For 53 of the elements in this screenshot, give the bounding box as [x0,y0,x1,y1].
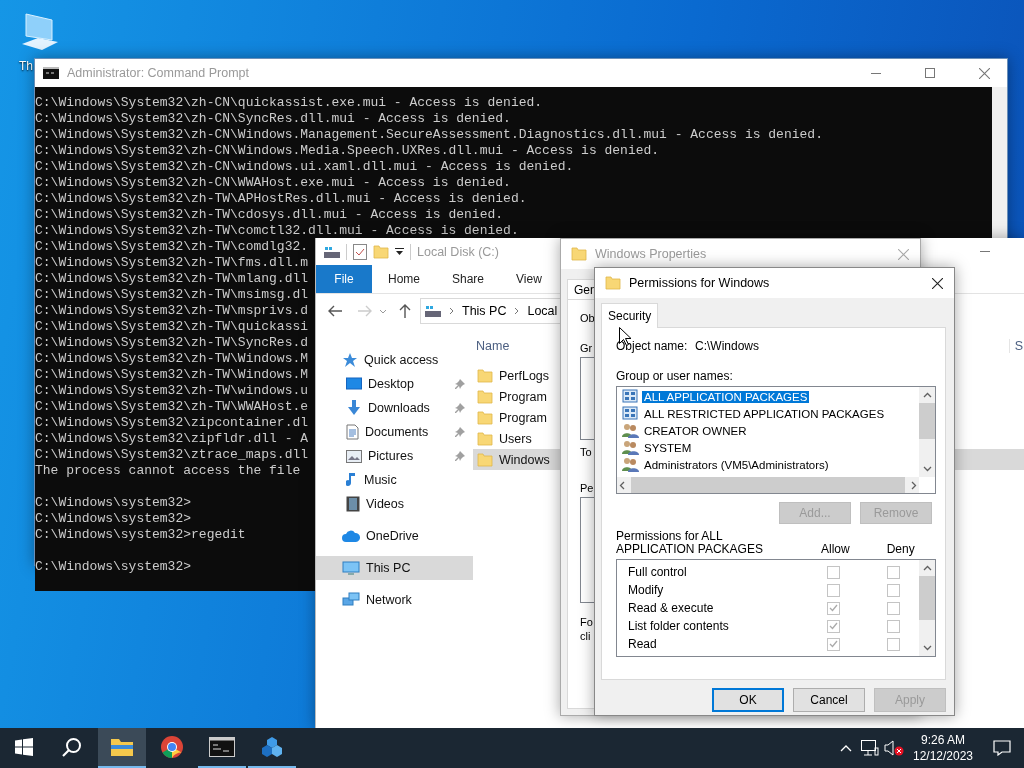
console-line: C:\Windows\System32\zh-TW\SyncRes.d [35,335,309,351]
field-label: To [580,445,592,459]
permission-name: Read & execute [627,601,715,615]
console-line: C:\Windows\System32\zh-TW\quickassi [35,319,309,335]
field-label: Ob [580,311,595,325]
console-line: C:\Windows\System32\zh-TW\APHostRes.dll.mui - Access is denied. [35,191,527,207]
permission-name: List folder contents [627,619,730,633]
permission-name: Full control [627,565,688,579]
console-line: C:\Windows\system32> [35,559,192,575]
field-label: Gr [580,341,593,355]
help-text: cli [580,629,591,643]
field-label: Group or user names: [616,369,734,383]
user-name: CREATOR OWNER [643,424,748,437]
console-line: C:\Windows\System32\zh-TW\msimsg.dl [35,287,309,303]
field-value: C:\Windows [695,339,759,353]
console-line: C:\Windows\System32\zh-CN\windows.ui.xaml.dll.mui - Access is denied. [35,159,574,175]
console-line: C:\Windows\System32\zh-CN\Windows.Management.SecureAssessment.Diagnostics.dll.mui - Access is denied. [35,127,823,143]
window-title: Administrator: Command Prompt [67,66,249,80]
user-name: Administrators (VM5\Administrators) [643,458,830,471]
window-title: Windows Properties [595,247,707,261]
console-line: C:\Windows\System32\zh-TW\mlang.dll [35,271,309,287]
console-line: C:\Windows\System32\zh-CN\quickassist.exe.mui - Access is denied. [35,95,543,111]
console-line: C:\Windows\System32\zh-TW\windows.u [35,383,309,399]
console-line: The process cannot access the file [35,463,301,479]
console-line: C:\Windows\System32\zh-TW\fms.dll.m [35,255,309,271]
column-header: Allow [821,542,850,556]
console-line: C:\Windows\System32\zh-TW\comctl32.dll.mui - Access is denied. [35,223,519,239]
permissions-label: Permissions for ALL APPLICATION PACKAGES [616,530,764,556]
dialog-title: Permissions for Windows [629,276,770,290]
console-line: C:\Windows\System32\zh-TW\comdlg32. [35,239,309,255]
permission-name: Modify [627,583,665,597]
permission-name: Read [627,637,658,651]
help-text: Fo [580,615,593,629]
console-line: C:\Windows\System32\zh-CN\SyncRes.dll.mui - Access is denied. [35,111,511,127]
user-name: ALL RESTRICTED APPLICATION PACKAGES [643,407,886,420]
console-line: C:\Windows\System32\zh-TW\msprivs.d [35,303,309,319]
column-header: Deny [886,542,915,556]
console-line: C:\Windows\System32\zh-TW\WWAHost.e [35,399,309,415]
user-name: ALL APPLICATION PACKAGES [642,390,810,403]
window-title: Local Disk (C:) [417,244,499,259]
console-line: C:\Windows\System32\zh-TW\Windows.M [35,367,309,383]
console-line: C:\Windows\System32\zh-CN\Windows.Media.Speech.UXRes.dll.mui - Access is denied. [35,143,660,159]
console-line: C:\Windows\System32\zh-TW\cdosys.dll.mui - Access is denied. [35,207,504,223]
console-line: C:\Windows\system32> [35,511,192,527]
console-line: C:\Windows\system32>regedit [35,527,246,543]
user-name: SYSTEM [643,441,693,454]
console-line: C:\Windows\system32> [35,495,192,511]
console-line: C:\Windows\System32\zipcontainer.dl [35,415,309,431]
console-line: C:\Windows\System32\zipfldr.dll - A [35,431,309,447]
console-line: C:\Windows\System32\ztrace_maps.dll [35,447,309,463]
console-line: C:\Windows\System32\zh-CN\WWAHost.exe.mui - Access is denied. [35,175,511,191]
field-label: Pe [580,481,594,495]
console-line: C:\Windows\System32\zh-TW\Windows.M [35,351,309,367]
